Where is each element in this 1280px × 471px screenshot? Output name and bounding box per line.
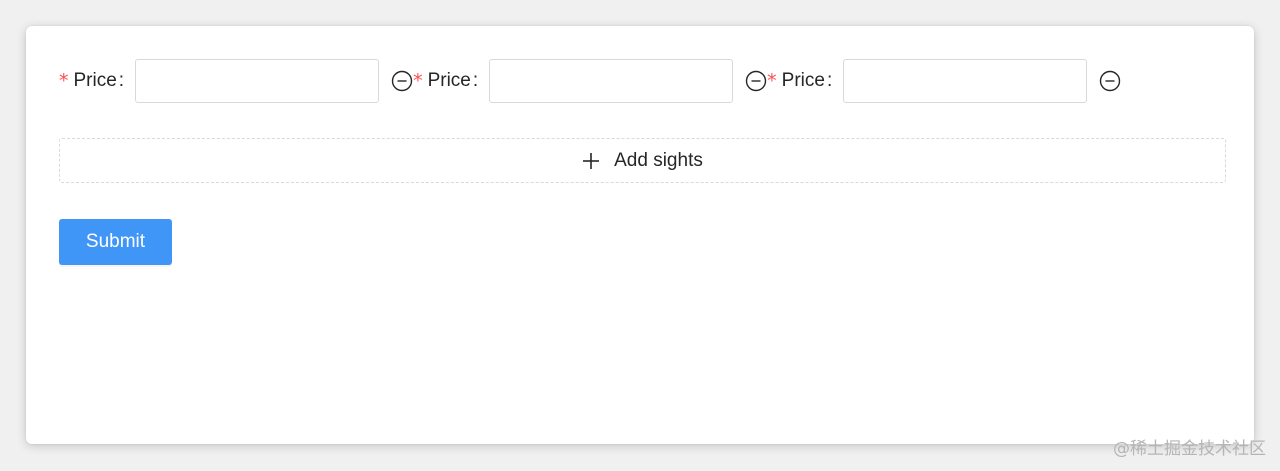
price-label-2: * Price : [413,70,478,92]
watermark-text: @稀土掘金技术社区 [1113,439,1266,459]
price-field-2: * Price : [413,58,767,104]
price-field-3: * Price : [767,58,1121,104]
required-mark: * [59,70,69,92]
required-mark: * [413,70,423,92]
price-label-text: Price [73,70,117,91]
required-mark: * [767,70,777,92]
form-card: * Price : * Price : * Price: Add sights… [26,26,1254,444]
add-sights-label: Add sights [614,149,703,171]
price-field-1: * Price : [59,58,413,104]
price-label-text: Price [427,70,471,91]
label-colon: : [826,70,833,91]
price-input-3[interactable] [843,59,1088,103]
plus-icon [582,152,600,170]
price-label-3: * Price : [767,70,832,92]
minus-circle-icon[interactable] [1099,70,1121,92]
price-input-2[interactable] [489,59,734,103]
price-label-text: Price [781,70,825,91]
price-input-1[interactable] [135,59,380,103]
submit-button[interactable]: Submit [59,219,172,265]
minus-circle-icon[interactable] [391,70,413,92]
label-colon: : [472,70,479,91]
minus-circle-icon[interactable] [745,70,767,92]
price-label-1: * Price : [59,70,124,92]
add-sights-button[interactable]: Add sights [59,138,1226,183]
price-fields-row: * Price : * Price : * Price: [59,58,1121,104]
label-colon: : [118,70,125,91]
